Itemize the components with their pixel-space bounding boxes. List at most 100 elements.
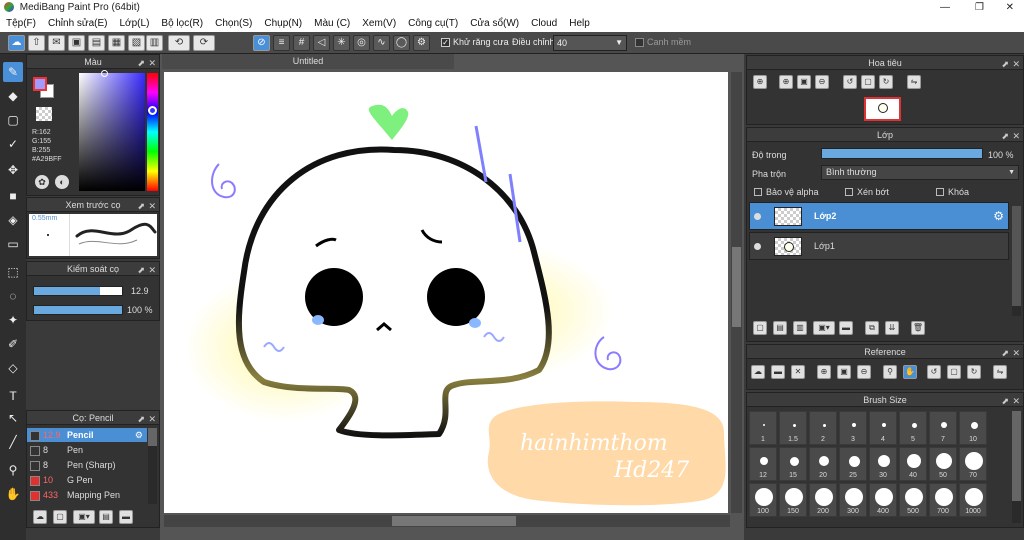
- menu-window[interactable]: Cửa sổ(W): [464, 15, 525, 32]
- brush-size-scrollbar[interactable]: [1012, 411, 1021, 523]
- brush-size-cell[interactable]: 500: [899, 483, 927, 517]
- rectangle-tool-icon[interactable]: ▢: [3, 110, 23, 130]
- close-icon[interactable]: ✕: [148, 412, 156, 426]
- close-icon[interactable]: ✕: [148, 263, 156, 277]
- layer-folder-icon[interactable]: ▬: [839, 321, 853, 335]
- gear-icon[interactable]: ⚙: [993, 209, 1004, 223]
- snap-ellipse-icon[interactable]: ◯: [393, 35, 410, 51]
- snap-curve-icon[interactable]: ∿: [373, 35, 390, 51]
- scrollbar-thumb[interactable]: [148, 428, 157, 446]
- brush-size-cell[interactable]: 10: [959, 411, 987, 445]
- brush-size-cell[interactable]: 200: [809, 483, 837, 517]
- menu-help[interactable]: Help: [563, 15, 596, 32]
- brush-size-cell[interactable]: 50: [929, 447, 957, 481]
- new-layer-icon[interactable]: ▢: [753, 321, 767, 335]
- open-folder-icon[interactable]: ▬: [771, 365, 785, 379]
- select-eraser-tool-icon[interactable]: ◇: [3, 358, 23, 378]
- brush-opacity-slider[interactable]: [33, 305, 123, 315]
- adjust-select[interactable]: 40 ▼: [553, 35, 627, 51]
- saturation-value-picker[interactable]: [79, 70, 145, 191]
- rotate-left-icon[interactable]: ↺: [843, 75, 857, 89]
- brush-list-item[interactable]: 8 Pen (Sharp): [27, 458, 147, 472]
- new-8bit-layer-icon[interactable]: ▥: [793, 321, 807, 335]
- layer-item[interactable]: Lớp2 ⚙: [749, 202, 1009, 230]
- menu-snap[interactable]: Chụp(N): [258, 15, 308, 32]
- snap-settings-icon[interactable]: ⚙: [413, 35, 430, 51]
- fit-icon[interactable]: ▣: [837, 365, 851, 379]
- cloud-icon[interactable]: ☁: [8, 35, 25, 51]
- close-icon[interactable]: ✕: [1012, 346, 1020, 360]
- add-layer-menu-icon[interactable]: ▣▾: [813, 321, 835, 335]
- hand-icon[interactable]: ✋: [903, 365, 917, 379]
- brush-size-cell[interactable]: 1: [749, 411, 777, 445]
- menu-file[interactable]: Tệp(F): [0, 15, 42, 32]
- expand-icon[interactable]: ⬈: [137, 412, 145, 426]
- canvas-vertical-scrollbar[interactable]: [731, 72, 742, 513]
- comment-icon[interactable]: ✉: [48, 35, 65, 51]
- divide-tool-icon[interactable]: ╱: [3, 432, 23, 452]
- layer-item[interactable]: Lớp1: [749, 232, 1009, 260]
- brush-list-item[interactable]: 10 G Pen: [27, 473, 147, 487]
- snap-perspective-icon[interactable]: ◁: [313, 35, 330, 51]
- expand-icon[interactable]: ⬈: [137, 199, 145, 213]
- brush-size-cell[interactable]: 12: [749, 447, 777, 481]
- zoom-in-icon[interactable]: ⊕: [779, 75, 793, 89]
- brush-size-cell[interactable]: 2: [809, 411, 837, 445]
- snap-circle-icon[interactable]: ◎: [353, 35, 370, 51]
- hand-tool-icon[interactable]: ✋: [3, 484, 23, 504]
- smooth-checkbox[interactable]: [635, 38, 644, 47]
- menu-cloud[interactable]: Cloud: [525, 15, 563, 32]
- expand-icon[interactable]: ⬈: [137, 56, 145, 70]
- duplicate-layer-icon[interactable]: ⧉: [865, 321, 879, 335]
- close-icon[interactable]: ✕: [791, 365, 805, 379]
- hue-slider[interactable]: [147, 73, 158, 191]
- expand-icon[interactable]: ⬈: [1001, 346, 1009, 360]
- brush-size-cell[interactable]: 70: [959, 447, 987, 481]
- eyedropper-icon[interactable]: ⚲: [883, 365, 897, 379]
- rotate-right-icon[interactable]: ↻: [879, 75, 893, 89]
- new-brush-icon[interactable]: ▢: [53, 510, 67, 524]
- operation-tool-icon[interactable]: ↖: [3, 408, 23, 428]
- flip-icon[interactable]: ⇋: [907, 75, 921, 89]
- protect-alpha-checkbox[interactable]: [754, 188, 762, 196]
- menu-tools[interactable]: Công cụ(T): [402, 15, 464, 32]
- brush-size-cell[interactable]: 3: [839, 411, 867, 445]
- fit-icon[interactable]: ▣: [797, 75, 811, 89]
- brush-size-cell[interactable]: 1.5: [779, 411, 807, 445]
- dot-tool-icon[interactable]: ✓: [3, 134, 23, 154]
- maximize-button[interactable]: ❐: [975, 0, 984, 15]
- close-icon[interactable]: ✕: [148, 56, 156, 70]
- minimize-button[interactable]: —: [940, 0, 950, 15]
- brush-list-item[interactable]: 12.9 Pencil ⚙: [27, 428, 147, 442]
- scrollbar-thumb[interactable]: [1012, 206, 1021, 306]
- snap-grid-icon[interactable]: #: [293, 35, 310, 51]
- brush-list-scrollbar[interactable]: [148, 428, 157, 504]
- expand-icon[interactable]: ⬈: [1001, 394, 1009, 408]
- lock-checkbox[interactable]: [936, 188, 944, 196]
- scrollbar-thumb[interactable]: [732, 247, 741, 327]
- new-halftone-layer-icon[interactable]: ▤: [773, 321, 787, 335]
- lasso-tool-icon[interactable]: ◌: [3, 286, 23, 306]
- brush-list-item[interactable]: 433 Mapping Pen: [27, 488, 147, 502]
- eye-icon[interactable]: [754, 243, 761, 250]
- brush-size-cell[interactable]: 300: [839, 483, 867, 517]
- brush-size-cell[interactable]: 4: [869, 411, 897, 445]
- color-history-icon[interactable]: ◐: [55, 175, 69, 189]
- gear-icon[interactable]: ⚙: [135, 428, 143, 442]
- expand-icon[interactable]: ⬈: [1001, 129, 1009, 143]
- menu-view[interactable]: Xem(V): [356, 15, 402, 32]
- eraser-tool-icon[interactable]: ◆: [3, 86, 23, 106]
- brush-list-item[interactable]: 8 Pen: [27, 443, 147, 457]
- antialias-checkbox[interactable]: ✓: [441, 38, 450, 47]
- close-icon[interactable]: ✕: [148, 199, 156, 213]
- bucket-tool-icon[interactable]: ◈: [3, 210, 23, 230]
- zoom-in-icon[interactable]: ⊕: [753, 75, 767, 89]
- zoom-out-icon[interactable]: ⊖: [815, 75, 829, 89]
- canvas-tab[interactable]: Untitled: [162, 54, 454, 69]
- brush-size-cell[interactable]: 7: [929, 411, 957, 445]
- layer-opacity-slider[interactable]: [821, 148, 983, 159]
- close-button[interactable]: ✕: [1006, 0, 1014, 15]
- gradient-tool-icon[interactable]: ▭: [3, 234, 23, 254]
- snap-off-icon[interactable]: ⊘: [253, 35, 270, 51]
- brush-settings-icon[interactable]: ▤: [99, 510, 113, 524]
